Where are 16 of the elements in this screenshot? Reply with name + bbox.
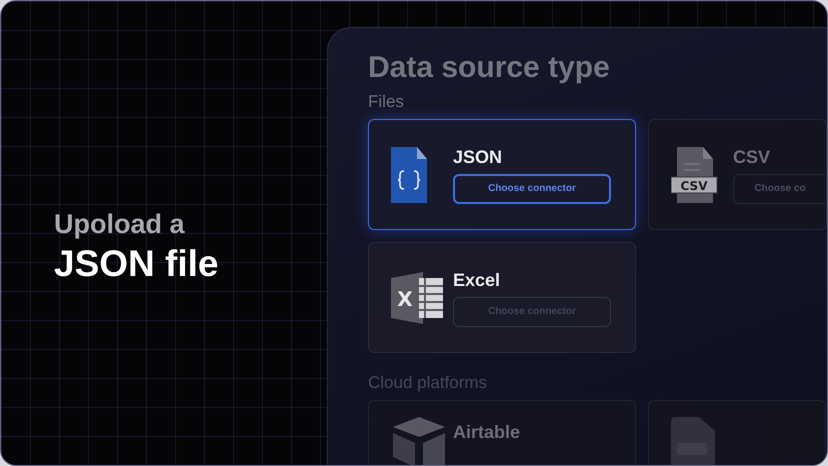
- card-title: Airtable: [453, 421, 522, 443]
- card-title: CSV: [733, 146, 772, 168]
- source-card[interactable]: JSON Choose connector: [368, 119, 636, 230]
- headline-title: JSON file: [54, 242, 218, 286]
- card-title: Excel: [453, 268, 502, 290]
- headline-lead: Upoload a: [54, 208, 186, 241]
- json-file-icon: [391, 146, 427, 202]
- source-card[interactable]: Airtable: [368, 400, 636, 465]
- card-title: JSON: [453, 146, 504, 168]
- panel-title: Data source type: [368, 50, 611, 86]
- source-card[interactable]: [648, 400, 826, 465]
- file-icon: [671, 417, 715, 465]
- cube-icon: [391, 417, 447, 465]
- choose-connector-button[interactable]: Choose connector: [453, 174, 611, 204]
- source-card[interactable]: CSV CSV Choose co: [648, 119, 827, 230]
- section-label: Files: [368, 92, 405, 112]
